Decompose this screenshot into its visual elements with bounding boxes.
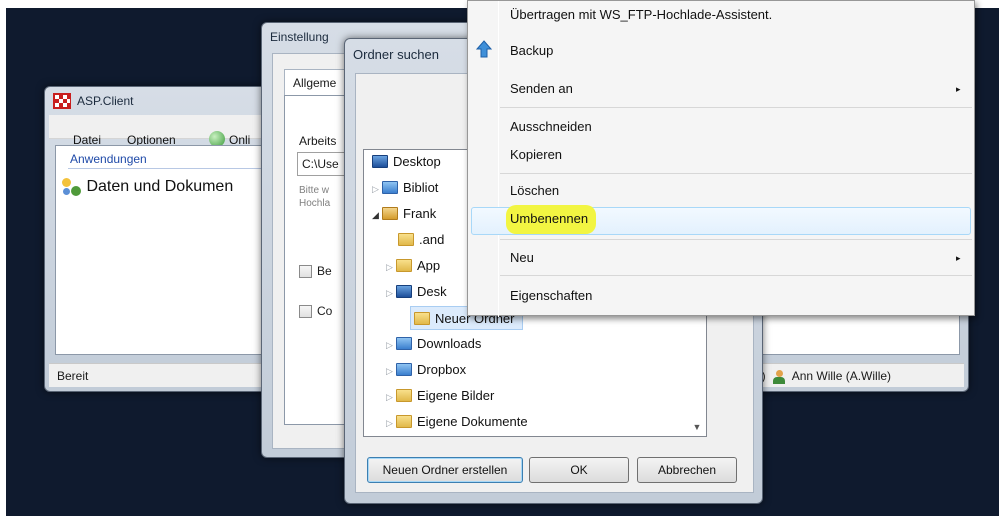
tree-label: Bibliot [403,180,439,195]
tree-label: Dropbox [417,362,467,377]
tree-item-downloads[interactable]: ▷ Downloads [386,332,481,356]
desktop-folder-icon [396,285,412,299]
menu-separator [500,275,972,276]
desktop-icon [372,155,388,169]
dropbox-icon [396,363,412,377]
tree-item-eigene-bilder[interactable]: ▷ Eigene Bilder [386,384,494,408]
menu-item-neu[interactable]: Neu [510,250,534,265]
tab-label: Allgeme [293,76,337,90]
working-dir-label: Arbeits [299,134,337,148]
context-menu: Übertragen mit WS_FTP-Hochlade-Assistent… [467,0,975,317]
menu-item-eigenschaften[interactable]: Eigenschaften [510,288,592,303]
ordner-suchen-title: Ordner suchen [353,47,439,62]
einstellungen-title: Einstellung [270,30,329,44]
folder-icon [396,259,412,273]
library-icon [382,181,398,195]
tree-item-dropbox[interactable]: ▷ Dropbox [386,358,466,382]
cancel-button[interactable]: Abbrechen [637,457,737,483]
menu-item-loeschen[interactable]: Löschen [510,183,559,198]
scroll-down-arrow-icon[interactable]: ▼ [690,420,704,434]
expand-arrow-icon[interactable]: ▷ [386,281,396,305]
folder-icon [398,233,414,247]
user-icon [773,369,786,384]
tree-item-desk[interactable]: ▷ Desk [386,280,447,304]
tree-label: Downloads [417,336,482,351]
tree-label: Eigene Dokumente [417,414,528,429]
tree-item-eigene-dokumente[interactable]: ▷ Eigene Dokumente [386,410,528,434]
tree-label: Eigene Bilder [417,388,495,403]
expand-arrow-icon[interactable]: ▷ [386,385,396,409]
user-folder-icon [382,207,398,221]
tree-label: App [417,258,441,273]
tree-label: Desktop [393,154,441,169]
menu-item-ws-ftp[interactable]: Übertragen mit WS_FTP-Hochlade-Assistent… [510,7,772,22]
tree-item-bibliotheken[interactable]: ▷ Bibliot [372,176,438,200]
rename-highlight: Umbenennen [506,205,597,234]
folder-icon [414,312,430,326]
checkbox-2[interactable] [299,305,312,319]
documents-app-icon [62,178,82,196]
documents-icon [396,415,412,429]
menu-item-backup[interactable]: Backup [510,43,553,58]
expand-arrow-icon[interactable]: ▷ [372,177,382,201]
section-divider [68,168,268,169]
menu-item-umbenennen[interactable]: Umbenennen [506,205,597,234]
user-name: Ann Wille (A.Wille) [791,369,892,383]
menu-item-kopieren[interactable]: Kopieren [510,147,562,162]
new-folder-button[interactable]: Neuen Ordner erstellen [367,457,523,483]
ok-button[interactable]: OK [529,457,629,483]
tree-item-desktop[interactable]: Desktop [372,150,441,174]
submenu-arrow-icon: ▸ [956,84,961,94]
app-item-daten-dokumente[interactable]: Daten und Dokumen [62,178,233,196]
menu-separator [500,173,972,174]
expand-arrow-icon[interactable]: ▷ [386,255,396,279]
tree-label: Desk [417,284,447,299]
status-user: 4) Ann Wille (A.Wille) [755,369,891,384]
collapse-arrow-icon[interactable]: ◢ [372,203,382,227]
menu-item-senden-an[interactable]: Senden an [510,81,573,96]
menu-separator [500,107,972,108]
tree-item-app[interactable]: ▷ App [386,254,440,278]
asp-client-title: ASP.Client [77,94,134,108]
checkbox-2-label: Co [317,304,333,318]
tree-label: Frank [403,206,437,221]
menu-gutter [498,1,499,317]
backup-icon [476,40,492,58]
checkbox-row-1[interactable]: Be [299,264,332,279]
checkbox-1-label: Be [317,264,332,278]
checkbox-row-2[interactable]: Co [299,304,333,319]
expand-arrow-icon[interactable]: ▷ [386,359,396,383]
checkbox-1[interactable] [299,265,312,279]
pictures-icon [396,389,412,403]
tree-item-and[interactable]: .and [398,228,444,252]
applications-section-label: Anwendungen [70,152,147,166]
menu-separator [500,239,972,240]
app-item-label: Daten und Dokumen [86,178,234,196]
menu-item-ausschneiden[interactable]: Ausschneiden [510,119,592,134]
downloads-icon [396,337,412,351]
tree-label: .and [419,232,445,247]
expand-arrow-icon[interactable]: ▷ [386,411,396,435]
tree-item-frank[interactable]: ◢ Frank [372,202,436,226]
asp-logo-icon [53,93,71,109]
expand-arrow-icon[interactable]: ▷ [386,333,396,357]
status-text: Bereit [57,369,89,383]
submenu-arrow-icon: ▸ [956,253,961,263]
